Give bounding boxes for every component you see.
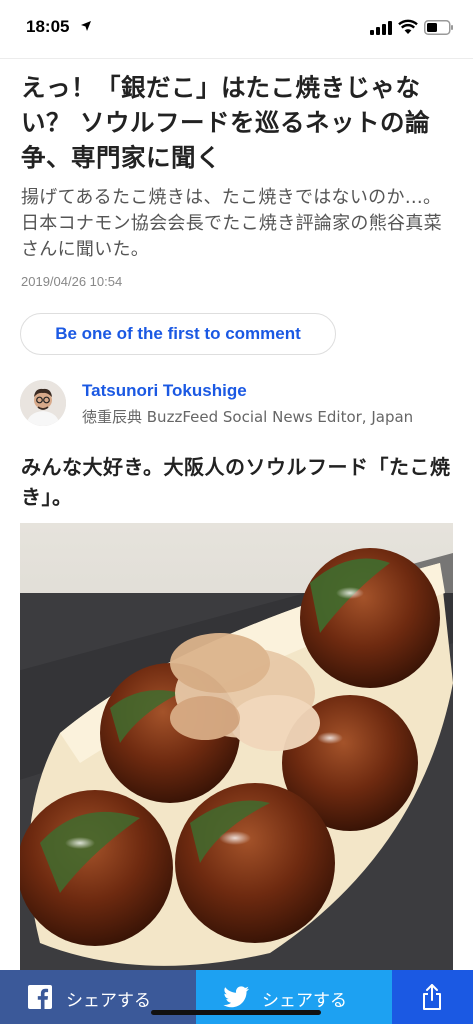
twitter-icon <box>223 986 249 1008</box>
share-icon <box>423 984 441 1010</box>
article-description: 揚げてあるたこ焼きは、たこ焼きではないのか…。日本コナモン協会会長でたこ焼き評論… <box>21 187 442 260</box>
facebook-share-label: シェアする <box>66 991 151 1011</box>
wifi-icon <box>398 19 418 34</box>
comment-button[interactable]: Be one of the first to comment <box>20 313 336 355</box>
author-byline[interactable]: Tatsunori Tokushige 徳重辰典 BuzzFeed Social… <box>20 378 460 430</box>
battery-icon <box>424 20 453 35</box>
twitter-share-button[interactable]: シェアする <box>196 970 392 1024</box>
header-divider <box>0 58 473 59</box>
author-title: 徳重辰典 BuzzFeed Social News Editor, Japan <box>82 408 414 426</box>
publish-timestamp: 2019/04/26 10:54 <box>21 274 123 289</box>
section-subheading: みんな大好き。大阪人のソウルフード「たこ焼き」。 <box>21 455 451 509</box>
facebook-share-button[interactable]: シェアする <box>0 970 196 1024</box>
twitter-share-label: シェアする <box>262 991 347 1011</box>
article-headline: えっ！「銀だこ」はたこ焼きじゃない？ ソウルフードを巡るネットの論争、専門家に聞… <box>21 73 431 172</box>
avatar[interactable] <box>20 380 66 426</box>
more-share-button[interactable] <box>392 970 473 1024</box>
signal-icon <box>370 21 392 35</box>
facebook-icon <box>28 985 52 1009</box>
takoyaki-photo[interactable] <box>20 523 453 973</box>
status-bar: 18:05 <box>0 0 473 58</box>
share-bar: シェアする シェアする <box>0 970 473 1024</box>
status-time: 18:05 <box>26 17 70 36</box>
location-arrow-icon <box>81 21 91 31</box>
author-name[interactable]: Tatsunori Tokushige <box>82 381 247 401</box>
article-header: えっ！「銀だこ」はたこ焼きじゃない？ ソウルフードを巡るネットの論争、専門家に聞… <box>21 70 451 289</box>
home-indicator <box>151 1010 321 1015</box>
